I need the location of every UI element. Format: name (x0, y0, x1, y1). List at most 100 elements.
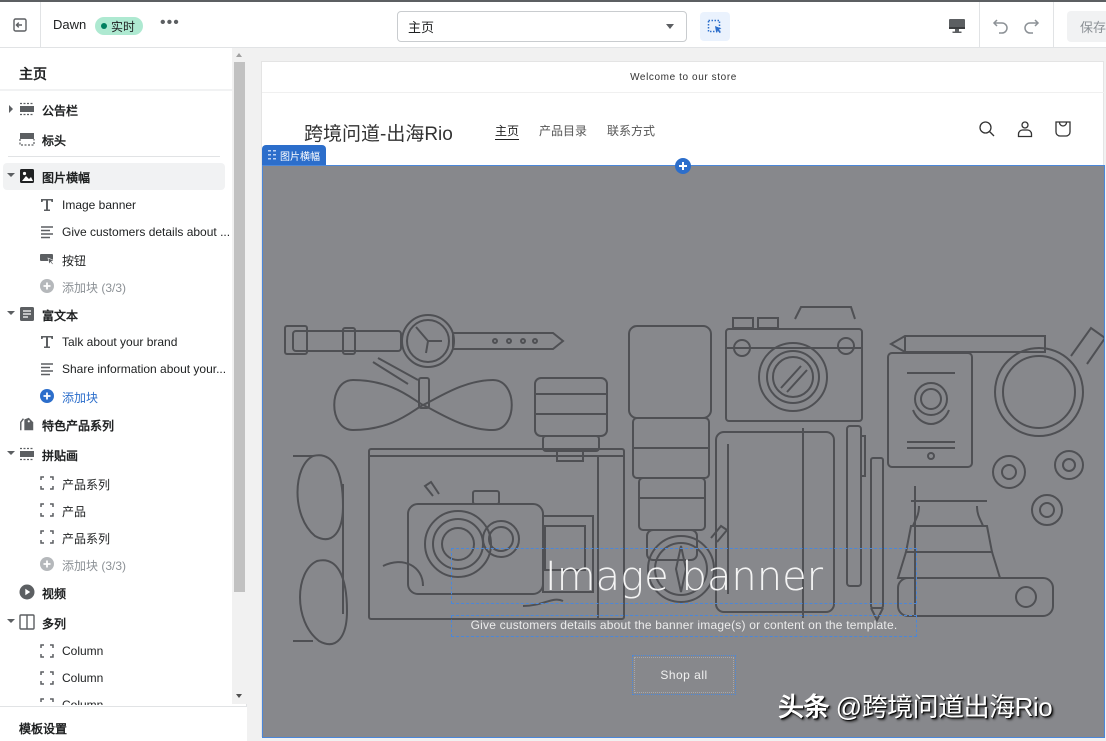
tree-item-label: 富文本 (42, 309, 79, 323)
rich-text-icon (19, 306, 35, 322)
add-block-row[interactable]: 添加块 (0, 383, 232, 410)
announcement-bar[interactable]: Welcome to our store (262, 62, 1105, 93)
exit-button[interactable] (0, 2, 41, 48)
banner-description[interactable]: Give customers details about the banner … (451, 615, 917, 637)
undo-button[interactable] (988, 13, 1014, 39)
columns-icon (19, 614, 35, 630)
frame-icon (39, 643, 55, 659)
more-actions-button[interactable]: ••• (160, 14, 180, 32)
scrollbar-thumb[interactable] (234, 62, 245, 592)
section-row[interactable]: 图片横幅 (3, 163, 225, 190)
paragraph-icon (39, 224, 55, 240)
add-block-row[interactable]: 添加块 (3/3) (0, 273, 232, 300)
block-row[interactable]: Column (0, 638, 232, 665)
exit-icon (13, 18, 27, 32)
section-row[interactable]: 拼贴画 (0, 441, 232, 468)
store-nav: 主页 产品目录 联系方式 (495, 122, 655, 139)
flatlay-illustration (284, 306, 1104, 646)
page-select[interactable]: 主页 (397, 11, 687, 42)
frame-icon (39, 670, 55, 686)
section-row[interactable]: 标头 (0, 126, 232, 153)
expand-chevron-down-icon[interactable] (7, 311, 15, 315)
plus-icon (679, 162, 687, 170)
add-block-row[interactable]: 添加块 (3/3) (0, 551, 232, 578)
inspector-toggle-button[interactable] (700, 12, 730, 41)
scroll-up-arrow-icon[interactable] (236, 53, 242, 57)
block-row[interactable]: Column (0, 665, 232, 692)
sections-sidebar: 主页 公告栏标头图片横幅 Image banner Give customers d… (0, 48, 247, 741)
status-badge-label: 实时 (111, 19, 136, 34)
add-section-button[interactable] (675, 158, 691, 174)
block-row[interactable]: Image banner (0, 192, 232, 219)
expand-chevron-down-icon[interactable] (7, 619, 15, 623)
block-row[interactable]: Talk about your brand (0, 329, 232, 356)
nav-contact[interactable]: 联系方式 (607, 122, 655, 139)
search-icon[interactable] (977, 119, 997, 139)
sidebar-title: 主页 (19, 66, 47, 82)
block-row[interactable]: 产品系列 (0, 470, 232, 497)
frame-icon (39, 529, 55, 545)
announcement-bar-icon (19, 101, 35, 117)
block-row[interactable]: Column (0, 692, 232, 705)
tree-item-label: Column (62, 698, 104, 705)
image-icon (19, 168, 35, 184)
device-preview-button[interactable] (944, 14, 970, 38)
theme-settings-label: 模板设置 (19, 722, 68, 736)
add-circle-icon (39, 388, 55, 404)
tree-item-label: 添加块 (3/3) (62, 559, 127, 573)
block-row[interactable]: Share information about your... (0, 356, 232, 383)
redo-button[interactable] (1018, 13, 1044, 39)
section-row[interactable]: 视频 (0, 579, 232, 606)
sidebar-title-divider (0, 89, 232, 91)
frame-icon (39, 475, 55, 491)
block-row[interactable]: 产品系列 (0, 524, 232, 551)
tree-item-label: Image banner (62, 198, 137, 212)
inspector-cursor-icon (707, 19, 722, 33)
tree-item-label: 特色产品系列 (42, 419, 115, 433)
tree-item-label: 多列 (42, 617, 67, 631)
save-button[interactable]: 保存 (1067, 11, 1106, 42)
block-row[interactable]: Give customers details about ... (0, 219, 232, 246)
store-header[interactable]: 跨境问道-出海Rio 主页 产品目录 联系方式 (262, 93, 1105, 165)
editor-topbar: Dawn 实时 ••• 主页 保存 (0, 0, 1106, 48)
cart-icon[interactable] (1053, 119, 1073, 139)
account-icon[interactable] (1015, 119, 1035, 139)
section-row[interactable]: 富文本 (0, 301, 232, 328)
page-select-value: 主页 (408, 20, 435, 35)
section-row[interactable]: 特色产品系列 (0, 411, 232, 438)
tree-item-label: Column (62, 644, 104, 658)
scroll-down-arrow-icon[interactable] (236, 694, 242, 698)
theme-name: Dawn (53, 17, 87, 32)
block-row[interactable]: 按钮 (0, 246, 232, 273)
expand-chevron-down-icon[interactable] (7, 173, 15, 177)
section-row[interactable]: 公告栏 (0, 96, 232, 123)
block-row[interactable]: 产品 (0, 497, 232, 524)
collapse-chevron-right-icon[interactable] (9, 105, 13, 113)
frame-icon (39, 502, 55, 518)
image-banner-section-tag[interactable]: 图片横幅 (262, 145, 326, 165)
nav-catalog[interactable]: 产品目录 (539, 122, 587, 139)
theme-settings-button[interactable]: 模板设置 (0, 706, 247, 741)
tree-item-label: 公告栏 (42, 104, 79, 118)
add-circle-icon (39, 278, 55, 294)
expand-chevron-down-icon[interactable] (7, 451, 15, 455)
tree-item-label: Column (62, 671, 104, 685)
sidebar-scrollbar[interactable] (232, 48, 247, 704)
tree-item-label: 添加块 (3/3) (62, 281, 127, 295)
tree-item-label: 产品 (62, 505, 87, 519)
section-row[interactable]: 多列 (0, 609, 232, 636)
banner-heading[interactable]: Image banner (451, 548, 917, 604)
tree-item-label: 产品系列 (62, 478, 111, 492)
store-logo[interactable]: 跨境问道-出海Rio (304, 119, 453, 146)
nav-home[interactable]: 主页 (495, 122, 519, 139)
desktop-icon (949, 19, 965, 33)
watermark-brand: 头条 (778, 692, 830, 722)
text-icon (39, 334, 55, 350)
tree-item-label: 视频 (42, 587, 67, 601)
image-banner-section[interactable]: Image banner Give customers details abou… (262, 165, 1105, 738)
tree-item-label: 图片横幅 (42, 171, 91, 185)
toolbar-divider (979, 2, 980, 48)
tree-item-label: Give customers details about ... (62, 225, 231, 239)
tree-item-label: 拼贴画 (42, 449, 79, 463)
shop-all-button[interactable]: Shop all (632, 655, 736, 695)
